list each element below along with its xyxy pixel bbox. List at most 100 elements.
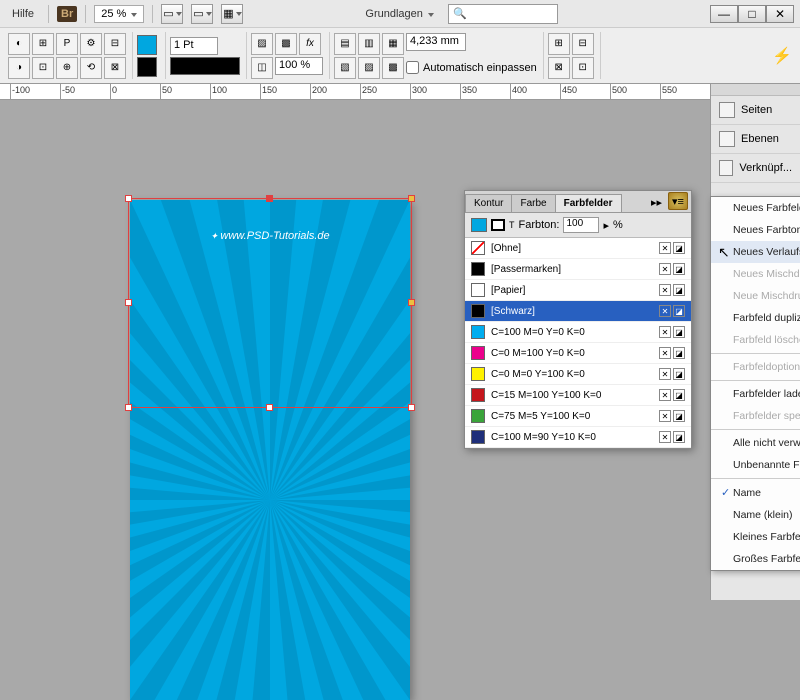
tab-farbe[interactable]: Farbe <box>511 194 555 212</box>
flash-icon[interactable]: ⚡ <box>772 46 792 66</box>
selection-handle[interactable] <box>408 299 415 306</box>
opacity-icon[interactable]: ◫ <box>251 57 273 79</box>
opacity-field[interactable]: 100 % <box>275 57 323 75</box>
fx-icon[interactable]: ▩ <box>275 33 297 55</box>
swatch-color <box>471 241 485 255</box>
dock-grabber[interactable] <box>711 84 800 96</box>
menu-item[interactable]: Alle nicht verwendeten auswählen <box>711 432 800 454</box>
swatch-row[interactable]: C=0 M=0 Y=100 K=0✕◪ <box>465 364 691 385</box>
workspace-selector[interactable]: Grundlagen <box>359 5 440 23</box>
swatch-row[interactable]: C=100 M=90 Y=10 K=0✕◪ <box>465 427 691 448</box>
swatch-row[interactable]: C=0 M=100 Y=0 K=0✕◪ <box>465 343 691 364</box>
swatch-row[interactable]: C=75 M=5 Y=100 K=0✕◪ <box>465 406 691 427</box>
fx-icon[interactable]: ▨ <box>251 33 273 55</box>
fill-swatch[interactable] <box>137 35 157 55</box>
tool-icon[interactable]: ◐ <box>8 33 30 55</box>
menu-item[interactable]: Farbfelder laden <box>711 383 800 405</box>
swatch-row[interactable]: [Passermarken]✕◪ <box>465 259 691 280</box>
menu-item[interactable]: Unbenannte Farben hinzufügen <box>711 454 800 476</box>
wrap-icon[interactable]: ▧ <box>334 57 356 79</box>
swatches-panel: Kontur Farbe Farbfelder ▸▸ ▾≡ T Farbton:… <box>464 190 692 449</box>
dock-panel-button[interactable]: Verknüpf... <box>711 154 800 183</box>
wrap-icon[interactable]: ▨ <box>358 57 380 79</box>
tool-icon[interactable]: ⊞ <box>32 33 54 55</box>
stroke-proxy[interactable] <box>491 219 505 231</box>
badge-icon: ◪ <box>673 389 685 401</box>
frame-icon[interactable]: ⊟ <box>572 33 594 55</box>
wrap-icon[interactable]: ▦ <box>382 33 404 55</box>
badge-icon: ◪ <box>673 284 685 296</box>
tool-icon[interactable]: ⊟ <box>104 33 126 55</box>
tool-icon[interactable]: ⊕ <box>56 57 78 79</box>
swatch-row[interactable]: C=100 M=0 Y=0 K=0✕◪ <box>465 322 691 343</box>
badge-icon: ◪ <box>673 347 685 359</box>
text-icon[interactable]: T <box>509 220 515 230</box>
wrap-icon[interactable]: ▤ <box>334 33 356 55</box>
selection-handle[interactable] <box>408 195 415 202</box>
menu-item[interactable]: Kleines Farbfeld <box>711 526 800 548</box>
zoom-level[interactable]: 25 % <box>94 5 144 23</box>
tool-icon[interactable]: ◑ <box>8 57 30 79</box>
swatch-color <box>471 262 485 276</box>
window-minimize[interactable]: — <box>710 5 738 23</box>
selection-handle[interactable] <box>266 404 273 411</box>
fx-icon[interactable]: fx <box>299 33 321 55</box>
selection-handle[interactable] <box>125 404 132 411</box>
swatch-row[interactable]: [Schwarz]✕◪ <box>465 301 691 322</box>
frame-icon[interactable]: ⊠ <box>548 57 570 79</box>
tool-icon[interactable]: ⚙ <box>80 33 102 55</box>
tint-field[interactable]: 100 <box>563 217 599 233</box>
menu-item[interactable]: Name (klein) <box>711 504 800 526</box>
panel-flyout-menu: Neues FarbfeldNeues FarbtonfeldNeues Ver… <box>710 196 800 571</box>
stroke-swatch[interactable] <box>137 57 157 77</box>
selection-handle[interactable] <box>266 195 273 202</box>
menu-item[interactable]: Farbfeld duplizieren <box>711 307 800 329</box>
window-close[interactable]: ✕ <box>766 5 794 23</box>
selection-handle[interactable] <box>408 404 415 411</box>
view-options-2[interactable]: ▭ <box>191 4 213 24</box>
dock-panel-button[interactable]: Ebenen <box>711 125 800 154</box>
bridge-button[interactable]: Br <box>57 6 77 22</box>
selection-handle[interactable] <box>125 299 132 306</box>
swatch-row[interactable]: [Ohne]✕◪ <box>465 238 691 259</box>
search-input[interactable]: 🔍 <box>448 4 558 24</box>
dock-panel-button[interactable]: Seiten <box>711 96 800 125</box>
stroke-weight-field[interactable]: 1 Pt <box>170 37 218 55</box>
wrap-icon[interactable]: ▥ <box>358 33 380 55</box>
tab-kontur[interactable]: Kontur <box>465 194 512 212</box>
tool-icon[interactable]: ⊡ <box>32 57 54 79</box>
panel-more-icon[interactable]: ▸▸ <box>647 193 666 212</box>
screen-mode[interactable]: ▦ <box>221 4 243 24</box>
tab-farbfelder[interactable]: Farbfelder <box>555 194 622 212</box>
swatch-name: C=75 M=5 Y=100 K=0 <box>491 411 653 422</box>
panel-menu-button[interactable]: ▾≡ <box>668 192 688 210</box>
autofit-checkbox[interactable]: Automatisch einpassen <box>406 57 537 79</box>
panel-icon <box>719 160 733 176</box>
tool-icon[interactable]: ⟲ <box>80 57 102 79</box>
help-menu[interactable]: Hilfe <box>6 5 40 23</box>
window-maximize[interactable]: □ <box>738 5 766 23</box>
view-options-1[interactable]: ▭ <box>161 4 183 24</box>
selection-handle[interactable] <box>125 195 132 202</box>
swatch-row[interactable]: [Papier]✕◪ <box>465 280 691 301</box>
selection-box[interactable] <box>128 198 412 408</box>
menu-item[interactable]: Neues Verlaufsfeld <box>711 241 800 263</box>
tool-icon[interactable]: ⊠ <box>104 57 126 79</box>
frame-icon[interactable]: ⊡ <box>572 57 594 79</box>
menu-item[interactable]: ✓Name <box>711 481 800 504</box>
fill-proxy[interactable] <box>471 218 487 232</box>
stroke-style[interactable] <box>170 57 240 75</box>
tool-icon[interactable]: P <box>56 33 78 55</box>
swatch-name: C=100 M=90 Y=10 K=0 <box>491 432 653 443</box>
wrap-icon[interactable]: ▩ <box>382 57 404 79</box>
menu-item: Neues Mischdruckfarbfeld <box>711 263 800 285</box>
menu-item[interactable]: Neues Farbtonfeld <box>711 219 800 241</box>
swatch-row[interactable]: C=15 M=100 Y=100 K=0✕◪ <box>465 385 691 406</box>
badge-icon: ◪ <box>673 305 685 317</box>
menu-item[interactable]: Neues Farbfeld <box>711 197 800 219</box>
tint-label: Farbton: <box>519 219 560 231</box>
measure-field[interactable]: 4,233 mm <box>406 33 466 51</box>
badge-icon: ◪ <box>673 368 685 380</box>
frame-icon[interactable]: ⊞ <box>548 33 570 55</box>
menu-item[interactable]: Großes Farbfeld <box>711 548 800 570</box>
